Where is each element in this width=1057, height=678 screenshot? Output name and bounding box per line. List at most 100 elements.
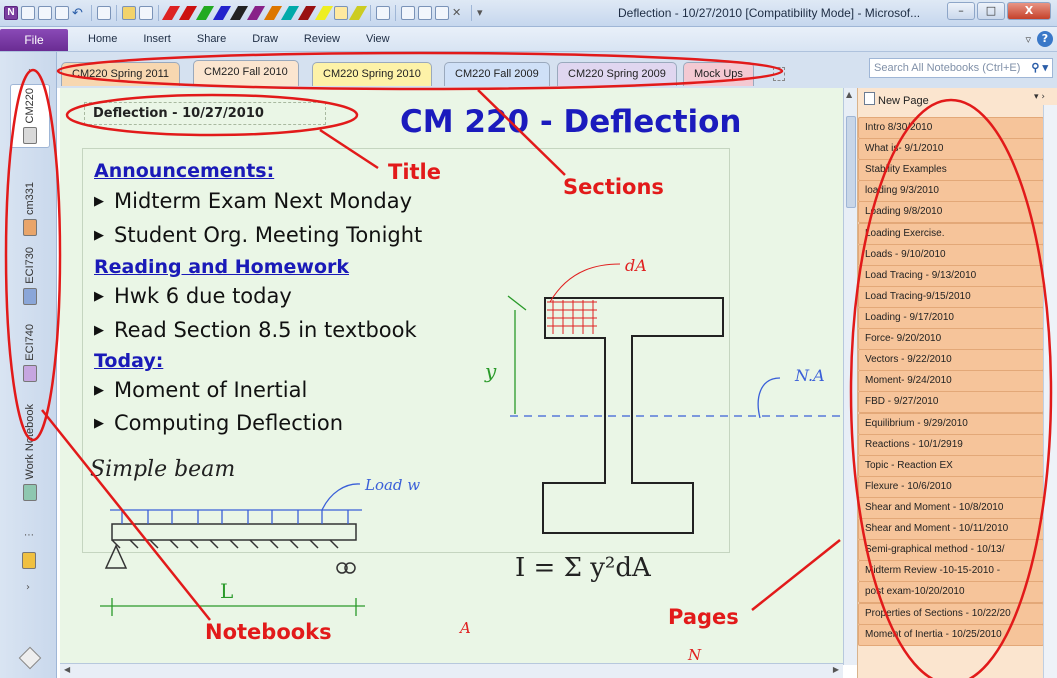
page-pane-menu-icon[interactable]: ▾ ›	[1034, 92, 1045, 102]
text-select-icon[interactable]	[122, 6, 136, 20]
pen-orange-icon[interactable]	[263, 6, 283, 20]
separator	[116, 5, 117, 21]
notebook-work[interactable]: Work Notebook	[10, 404, 50, 501]
help-icon[interactable]: ?	[1037, 31, 1053, 47]
notebook-cm331[interactable]: cm331	[10, 182, 50, 237]
page-tab[interactable]: Force- 9/20/2010	[858, 328, 1044, 351]
pen-red-icon[interactable]	[161, 6, 181, 20]
file-tab[interactable]: File	[0, 29, 68, 51]
close-ink-icon[interactable]: ✕	[452, 6, 466, 20]
maximize-button[interactable]: □	[977, 2, 1005, 20]
page-tab[interactable]: Vectors - 9/22/2010	[858, 349, 1044, 372]
more-notebooks-icon[interactable]: ⋯	[24, 530, 34, 541]
page-tab[interactable]: loading 9/3/2010	[858, 180, 1044, 203]
page-tab[interactable]: Shear and Moment - 10/11/2010	[858, 518, 1044, 541]
page-tab[interactable]: Loading - 9/17/2010	[858, 306, 1044, 329]
tab-section-cm220-fall-2010[interactable]: CM220 Fall 2010	[193, 60, 299, 86]
page-tab[interactable]: Load Tracing-9/15/2010	[858, 285, 1044, 308]
ink-area-label: dA	[625, 256, 647, 275]
page-tab[interactable]: Reactions - 10/1/2919	[858, 433, 1044, 456]
page-tab[interactable]: Loading 9/8/2010	[858, 201, 1044, 224]
minimize-button[interactable]: –	[947, 2, 975, 20]
scroll-right-icon[interactable]: ▶	[833, 665, 839, 674]
notebook-eci740[interactable]: ECI740	[10, 324, 50, 382]
notebook-label: ECI740	[24, 324, 36, 361]
page-tab[interactable]: Moment of Inertia - 10/25/2010	[858, 623, 1044, 646]
unfiled-icon[interactable]	[18, 646, 42, 670]
page-icon[interactable]	[376, 6, 390, 20]
pen-purple-icon[interactable]	[246, 6, 266, 20]
page-tab[interactable]: Topic - Reaction EX	[858, 454, 1044, 477]
callout-sections-label: Sections	[563, 175, 664, 199]
notebook-cm220[interactable]: CM220	[10, 84, 50, 149]
table-icon[interactable]	[401, 6, 415, 20]
select-icon[interactable]	[418, 6, 432, 20]
page-tab[interactable]: Properties of Sections - 10/22/20	[858, 602, 1044, 625]
ink-drawing[interactable]: Simple beam Load w L dA y N.A I = Σ y²dA…	[60, 88, 843, 663]
page-tab[interactable]: Intro 8/30/2010	[858, 117, 1044, 139]
page-horizontal-scrollbar[interactable]: ◀ ▶	[60, 663, 843, 678]
fullpage-icon[interactable]	[55, 6, 69, 20]
search-icon[interactable]: ⚲ ▾	[1031, 59, 1048, 77]
pen-black-icon[interactable]	[229, 6, 249, 20]
tab-section-cm220-spring-2009[interactable]: CM220 Spring 2009	[557, 62, 677, 86]
ribbon-expand-icon[interactable]: ▿	[1025, 33, 1031, 46]
page-tab[interactable]: What is- 9/1/2010	[858, 138, 1044, 161]
page-tab[interactable]: post exam-10/20/2010	[858, 581, 1044, 604]
tab-home[interactable]: Home	[88, 33, 117, 45]
tab-view[interactable]: View	[366, 33, 390, 45]
lasso-icon[interactable]	[97, 6, 111, 20]
customize-icon[interactable]: ▾	[477, 6, 491, 20]
new-page-button[interactable]: New Page	[864, 92, 929, 107]
page-canvas[interactable]: Deflection - 10/27/2010 CM 220 - Deflect…	[60, 88, 843, 663]
undo-icon[interactable]: ↶	[72, 6, 86, 21]
expand-navigation-icon[interactable]: ›	[28, 66, 32, 77]
tab-draw[interactable]: Draw	[252, 33, 278, 45]
pen-darkred-icon[interactable]	[297, 6, 317, 20]
tab-section-cm220-fall-2009[interactable]: CM220 Fall 2009	[444, 62, 550, 86]
tab-review[interactable]: Review	[304, 33, 340, 45]
page-tab[interactable]: Loads - 9/10/2010	[858, 243, 1044, 266]
help-area: ▿ ?	[1025, 31, 1053, 47]
pen-green-icon[interactable]	[195, 6, 215, 20]
page-tab[interactable]: Shear and Moment - 10/8/2010	[858, 496, 1044, 519]
search-input[interactable]: Search All Notebooks (Ctrl+E) ⚲ ▾	[869, 58, 1053, 78]
notebook-eci730[interactable]: ECI730	[10, 247, 50, 305]
pen-teal-icon[interactable]	[280, 6, 300, 20]
page-tab[interactable]: Stability Examples	[858, 159, 1044, 182]
scroll-down-icon[interactable]: ›	[26, 582, 30, 593]
unfiled-notes-icon[interactable]	[22, 552, 36, 569]
eraser-icon[interactable]	[334, 6, 348, 20]
pen-blue-icon[interactable]	[212, 6, 232, 20]
dock-icon[interactable]	[38, 6, 52, 20]
tab-section-cm220-spring-2011[interactable]: CM220 Spring 2011	[61, 62, 181, 86]
tab-section-mock-ups[interactable]: Mock Ups	[683, 62, 754, 86]
page-tab[interactable]: Equilibrium - 9/29/2010	[858, 412, 1044, 435]
notebook-icon[interactable]	[21, 6, 35, 20]
scroll-thumb[interactable]	[846, 116, 856, 208]
tab-insert[interactable]: Insert	[143, 33, 171, 45]
page-tab[interactable]: Moment- 9/24/2010	[858, 370, 1044, 393]
list-icon[interactable]	[139, 6, 153, 20]
notebook-label: CM220	[24, 88, 36, 124]
new-section-icon[interactable]	[773, 67, 785, 81]
page-list-scrollbar[interactable]	[1043, 105, 1057, 678]
page-tab[interactable]: FBD - 9/27/2010	[858, 391, 1044, 414]
highlighter-icon[interactable]	[314, 6, 334, 20]
scroll-up-icon[interactable]: ▲	[846, 90, 852, 99]
ink-span-label: L	[220, 579, 233, 603]
close-button[interactable]: X	[1007, 2, 1051, 20]
page-tab[interactable]: Loading Exercise.	[858, 222, 1044, 245]
scroll-left-icon[interactable]: ◀	[64, 665, 70, 674]
page-tab[interactable]: Load Tracing - 9/13/2010	[858, 264, 1044, 287]
pen-yellow-icon[interactable]	[348, 6, 368, 20]
page-tab[interactable]: Semi-graphical method - 10/13/	[858, 539, 1044, 562]
page-tab[interactable]: Flexure - 10/6/2010	[858, 475, 1044, 498]
onenote-logo-icon[interactable]: N	[4, 6, 18, 20]
ink-icon[interactable]	[435, 6, 449, 20]
tab-share[interactable]: Share	[197, 33, 226, 45]
page-tab[interactable]: Midterm Review -10-15-2010 -	[858, 560, 1044, 583]
pen-red2-icon[interactable]	[178, 6, 198, 20]
page-vertical-scrollbar[interactable]: ▲	[843, 88, 857, 665]
tab-section-cm220-spring-2010[interactable]: CM220 Spring 2010	[312, 62, 432, 86]
